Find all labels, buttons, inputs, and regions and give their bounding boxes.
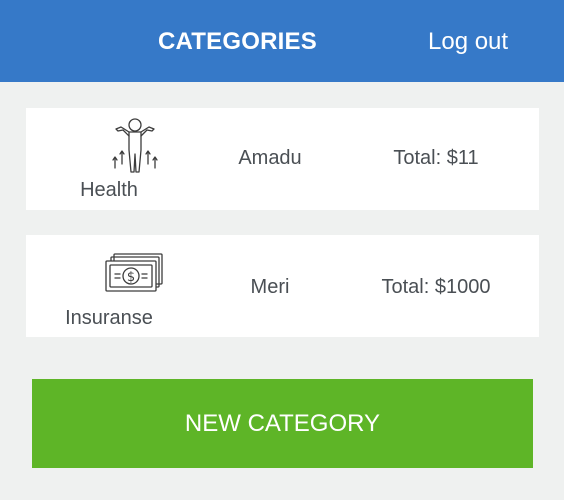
category-card-insuranse[interactable]: $ Insuranse Meri Total: $1000	[26, 235, 539, 337]
person-arrows-up-icon	[112, 118, 158, 173]
money-stack-icon: $	[105, 253, 163, 292]
logout-link[interactable]: Log out	[428, 28, 508, 56]
category-total: Total: $1000	[381, 276, 491, 298]
top-bar: CATEGORIES Log out	[0, 0, 564, 82]
category-name: Insuranse	[65, 307, 153, 329]
category-name: Health	[80, 179, 138, 201]
page-title: CATEGORIES	[158, 28, 317, 55]
category-card-health[interactable]: Health Amadu Total: $11	[26, 108, 539, 210]
new-category-button[interactable]: NEW CATEGORY	[32, 379, 533, 468]
category-total: Total: $11	[393, 147, 479, 169]
category-user: Meri	[250, 276, 290, 298]
category-user: Amadu	[238, 147, 302, 169]
svg-text:$: $	[127, 270, 135, 285]
